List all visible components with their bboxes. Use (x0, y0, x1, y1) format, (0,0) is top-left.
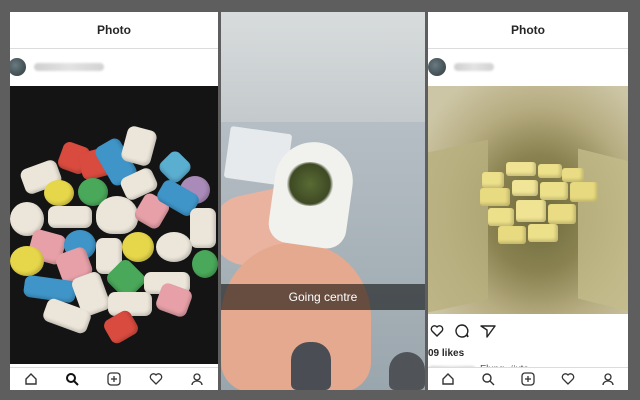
pill-yellow (562, 168, 584, 182)
likes-count[interactable]: 09 likes (428, 348, 464, 359)
pill-yellow (538, 164, 562, 178)
page-title: Photo (511, 23, 545, 37)
pill-yellow (482, 172, 504, 188)
pill-yellow (480, 188, 510, 206)
post-user-row[interactable] (428, 49, 628, 85)
snap-caption-text: Going centre (288, 290, 358, 304)
snap-photo-panel: Going centre (221, 12, 425, 390)
search-icon[interactable] (65, 372, 80, 386)
pill-white (48, 206, 92, 228)
pill-yellow (506, 162, 536, 176)
heart-outline-icon[interactable] (430, 324, 444, 338)
pills-photo (10, 86, 218, 364)
shoe (291, 342, 331, 390)
pill-yellow (516, 200, 546, 222)
post-header: Photo (428, 12, 628, 49)
pill-yellow (540, 182, 568, 200)
pill-yellow (122, 232, 154, 262)
bottom-tab-bar (10, 367, 218, 390)
snap-caption-bar: Going centre (221, 284, 425, 310)
cannabis-filling (285, 162, 335, 206)
bag-fold (428, 139, 488, 313)
pill-yellow (498, 226, 526, 244)
pill-yellow (512, 180, 538, 196)
bag-photo (428, 86, 628, 314)
blurred-username[interactable] (34, 63, 104, 71)
comment-icon[interactable] (454, 323, 470, 339)
background-wall (221, 12, 425, 122)
heart-icon[interactable] (561, 372, 575, 386)
profile-icon[interactable] (601, 372, 615, 386)
post-header: Photo (10, 12, 218, 49)
home-icon[interactable] (24, 372, 38, 386)
instagram-post-left: Photo (10, 12, 218, 390)
search-icon[interactable] (481, 372, 495, 386)
page-title: Photo (97, 23, 131, 37)
pill-white (190, 208, 216, 248)
pill-yellow (548, 204, 576, 224)
post-actions (428, 316, 628, 346)
pill-yellow (44, 180, 74, 206)
add-post-icon[interactable] (521, 372, 535, 386)
pill-white (156, 232, 192, 262)
pill-yellow (570, 182, 598, 202)
avatar[interactable] (428, 58, 446, 76)
add-post-icon[interactable] (107, 372, 121, 386)
avatar[interactable] (10, 58, 26, 76)
pill-yellow (10, 246, 44, 276)
pill-white (119, 124, 159, 168)
heart-icon[interactable] (149, 372, 163, 386)
direct-share-icon[interactable] (480, 323, 496, 339)
pill-green (192, 250, 218, 278)
pill-yellow (488, 208, 514, 226)
profile-icon[interactable] (190, 372, 204, 386)
pill-yellow (528, 224, 558, 242)
home-icon[interactable] (441, 372, 455, 386)
bag-fold (578, 148, 628, 314)
post-user-row[interactable] (10, 49, 218, 85)
bottom-tab-bar (428, 367, 628, 390)
pill-white (96, 196, 138, 234)
instagram-post-right: Photo 09 likes (428, 12, 628, 390)
shoe (389, 352, 425, 390)
screenshot-frame: Photo Going centre Photo 09 likes (0, 0, 640, 400)
blurred-username[interactable] (454, 63, 494, 71)
